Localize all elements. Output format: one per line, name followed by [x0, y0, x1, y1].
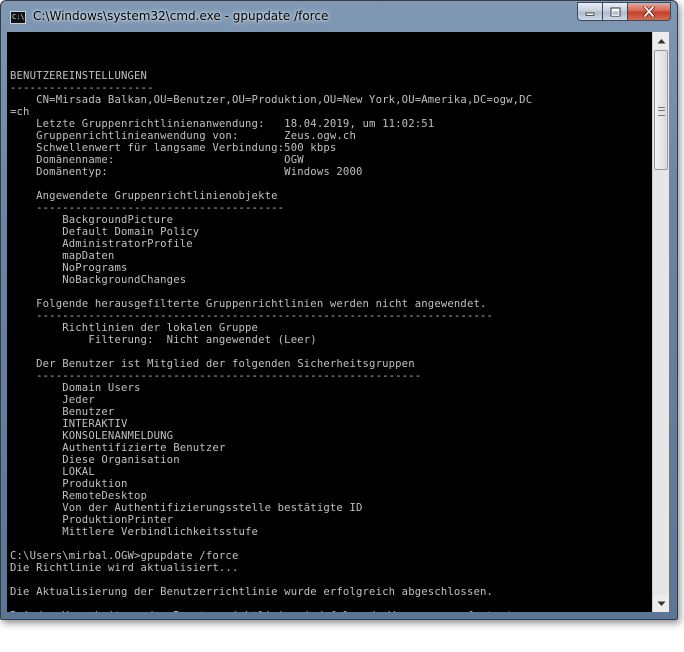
vertical-scrollbar[interactable] — [652, 32, 669, 612]
console-line: Die Aktualisierung der Benutzerrichtlini… — [10, 586, 494, 598]
console-line: ----------------------------------------… — [10, 370, 422, 382]
console-line: Angewendete Gruppenrichtlinienobjekte — [10, 190, 278, 202]
scroll-down-arrow-icon — [657, 601, 665, 606]
close-button[interactable] — [628, 2, 671, 21]
console-line: Authentifizierte Benutzer — [10, 442, 226, 454]
cmd-window: C:\ C:\Windows\system32\cmd.exe - gpupda… — [0, 0, 678, 620]
console-line: CN=Mirsada Balkan,OU=Benutzer,OU=Produkt… — [10, 94, 533, 106]
console-client: BENUTZEREINSTELLUNGEN ------------------… — [7, 32, 669, 612]
console-line: BackgroundPicture — [10, 214, 174, 226]
console-line: RemoteDesktop — [10, 490, 148, 502]
console-line: AdministratorProfile — [10, 238, 193, 250]
console-line: Domänenname: OGW — [10, 154, 304, 166]
close-icon — [643, 6, 655, 17]
console-line: Die Richtlinie wird aktualisiert... — [10, 562, 239, 574]
console-line: =ch — [10, 106, 30, 118]
console-line: Jeder — [10, 394, 95, 406]
console-line: Mittlere Verbindlichkeitsstufe — [10, 526, 259, 538]
grip-icon — [658, 107, 665, 116]
minimize-icon — [585, 12, 595, 16]
console-output[interactable]: BENUTZEREINSTELLUNGEN ------------------… — [7, 32, 651, 612]
window-title: C:\Windows\system32\cmd.exe - gpupdate /… — [33, 9, 329, 23]
minimize-button[interactable] — [577, 2, 603, 21]
console-line: Der Benutzer ist Mitglied der folgenden … — [10, 358, 415, 370]
console-line: Von der Authentifizierungsstelle bestäti… — [10, 502, 363, 514]
title-bar[interactable]: C:\ C:\Windows\system32\cmd.exe - gpupda… — [1, 1, 677, 33]
console-line: Schwellenwert für langsame Verbindung:50… — [10, 142, 337, 154]
scroll-down-button[interactable] — [653, 595, 669, 612]
console-line: Richtlinien der lokalen Gruppe — [10, 322, 259, 334]
console-line: Default Domain Policy — [10, 226, 200, 238]
console-line: ---------------------- — [10, 82, 154, 94]
maximize-icon — [610, 7, 620, 16]
console-line: Letzte Gruppenrichtlinienanwendung: 18.0… — [10, 118, 435, 130]
console-line: KONSOLENANMELDUNG — [10, 430, 174, 442]
console-line: Folgende herausgefilterte Gruppenrichtli… — [10, 298, 487, 310]
console-line: Diese Organisation — [10, 454, 180, 466]
console-line: Produktion — [10, 478, 128, 490]
scrollbar-thumb[interactable] — [654, 50, 668, 170]
maximize-button[interactable] — [603, 2, 628, 21]
console-text: BENUTZEREINSTELLUNGEN ------------------… — [7, 32, 651, 612]
console-line: INTERAKTIV — [10, 418, 128, 430]
scroll-up-arrow-icon — [657, 38, 665, 43]
console-line: mapDaten — [10, 250, 115, 262]
console-line: LOKAL — [10, 466, 95, 478]
console-line: Benutzer — [10, 406, 115, 418]
console-line: C:\Users\mirbal.OGW>gpupdate /force — [10, 550, 239, 562]
console-line: Filterung: Nicht angewendet (Leer) — [10, 334, 317, 346]
console-line: Bei der Verarbeitung der Benutzerrichtli… — [10, 610, 532, 612]
console-line: Domänentyp: Windows 2000 — [10, 166, 363, 178]
scroll-up-button[interactable] — [653, 32, 669, 49]
console-line: Domain Users — [10, 382, 141, 394]
cmd-icon: C:\ — [10, 11, 26, 24]
console-line: -------------------------------------- — [10, 202, 285, 214]
console-line: ----------------------------------------… — [10, 310, 494, 322]
console-line: NoBackgroundChanges — [10, 274, 187, 286]
console-line: Gruppenrichtlinieanwendung von: Zeus.ogw… — [10, 130, 356, 142]
console-line: BENUTZEREINSTELLUNGEN — [10, 70, 148, 82]
console-line: NoPrograms — [10, 262, 128, 274]
caption-buttons — [577, 2, 671, 22]
console-line: ProduktionPrinter — [10, 514, 174, 526]
